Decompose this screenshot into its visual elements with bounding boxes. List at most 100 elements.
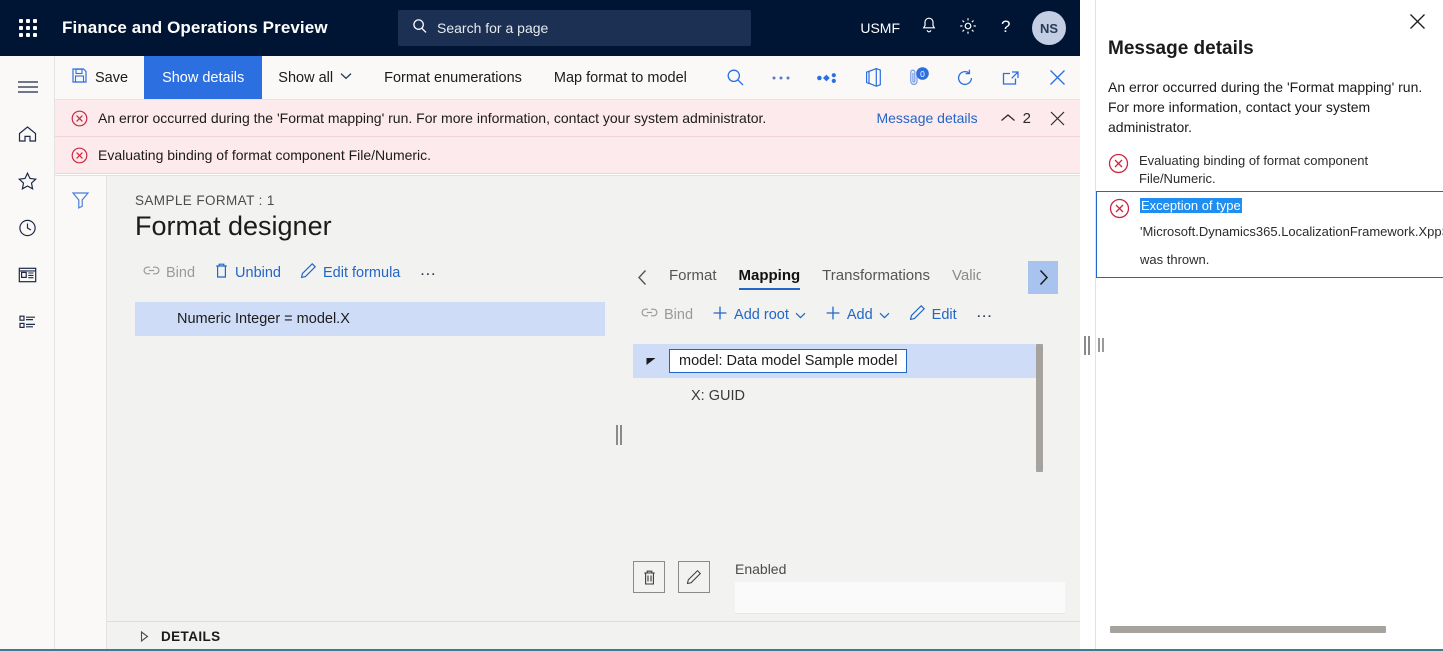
panel-splitter-grip-icon[interactable]	[1084, 336, 1090, 355]
mapping-footer: Enabled	[633, 561, 1080, 614]
message-details-panel: Message details An error occurred during…	[1095, 0, 1443, 651]
format-bind-button[interactable]: Bind	[135, 260, 203, 285]
message-collapse-toggle[interactable]: 2	[1000, 110, 1031, 127]
details-section-label: DETAILS	[161, 629, 221, 644]
error-icon	[71, 147, 88, 164]
save-label: Save	[95, 70, 128, 86]
close-icon[interactable]	[1034, 56, 1080, 100]
app-title: Finance and Operations Preview	[62, 18, 328, 38]
tab-transformations[interactable]: Transformations	[811, 256, 941, 298]
message-list: Evaluating binding of format component F…	[1096, 149, 1443, 278]
tabs-next-icon[interactable]	[1028, 261, 1058, 294]
tab-validations[interactable]: Valid	[941, 256, 981, 298]
tab-format[interactable]: Format	[658, 256, 728, 298]
format-more-button[interactable]: …	[411, 256, 446, 289]
tree-vertical-scrollbar[interactable]	[1036, 344, 1043, 479]
search-icon[interactable]	[712, 56, 758, 100]
attachments-badge-count: 0	[920, 69, 925, 79]
list-item[interactable]: Exception of type 'Microsoft.Dynamics365…	[1096, 191, 1443, 278]
dismiss-message-icon[interactable]	[1049, 110, 1066, 127]
popout-icon[interactable]	[988, 56, 1034, 100]
designer-panes: Bind Unbind Edit formula	[107, 256, 1080, 614]
map-format-to-model-button[interactable]: Map format to model	[538, 56, 703, 99]
tab-mapping[interactable]: Mapping	[728, 256, 812, 298]
splitter-grip-icon[interactable]	[616, 425, 622, 445]
filter-icon[interactable]	[71, 190, 90, 651]
user-avatar[interactable]: NS	[1032, 11, 1066, 45]
panel-title: Message details	[1096, 0, 1443, 60]
page-title: Format designer	[107, 208, 1080, 242]
mapping-pane: Format Mapping Transformations Valid	[633, 256, 1080, 614]
show-all-label: Show all	[278, 70, 333, 86]
mapping-tree: model: Data model Sample model X: GUID	[633, 344, 1043, 479]
refresh-icon[interactable]	[942, 56, 988, 100]
format-unbind-button[interactable]: Unbind	[206, 258, 289, 287]
search-input[interactable]: Search for a page	[398, 10, 751, 46]
message-text: An error occurred during the 'Format map…	[98, 110, 876, 126]
help-icon[interactable]: ?	[998, 16, 1014, 41]
link-icon	[143, 264, 160, 281]
panel-horizontal-scrollbar[interactable]	[1110, 626, 1430, 633]
delete-button[interactable]	[633, 561, 665, 593]
plus-icon	[712, 305, 728, 325]
tree-row-child[interactable]: X: GUID	[633, 378, 1043, 404]
enabled-field: Enabled	[735, 561, 1065, 614]
svg-text:?: ?	[1001, 17, 1010, 36]
home-icon[interactable]	[0, 110, 55, 157]
format-enumerations-button[interactable]: Format enumerations	[368, 56, 538, 99]
edit-button[interactable]	[678, 561, 710, 593]
share-icon[interactable]	[804, 56, 850, 100]
pane-splitter[interactable]	[605, 256, 633, 614]
panel-resize-grip-icon[interactable]	[1098, 338, 1104, 352]
list-item[interactable]: Evaluating binding of format component F…	[1096, 149, 1443, 191]
format-tree-row[interactable]: Numeric Integer = model.X	[135, 302, 605, 336]
nav-right-group: USMF ? NS	[840, 0, 1080, 56]
list-item-exception-text: Exception of type 'Microsoft.Dynamics365…	[1140, 197, 1443, 269]
format-edit-formula-button[interactable]: Edit formula	[292, 258, 408, 287]
attachments-icon[interactable]: 0	[896, 56, 942, 100]
show-all-button[interactable]: Show all	[262, 56, 368, 99]
close-icon[interactable]	[1408, 12, 1427, 31]
overflow-menu-icon[interactable]	[758, 56, 804, 100]
format-pane-toolbar: Bind Unbind Edit formula	[135, 256, 605, 289]
mapping-add-button[interactable]: Add	[817, 301, 898, 329]
show-details-label: Show details	[162, 70, 244, 86]
show-details-button[interactable]: Show details	[144, 56, 262, 99]
expand-collapse-triangle-icon[interactable]	[633, 355, 669, 367]
error-icon	[1108, 153, 1129, 179]
filter-column	[55, 176, 107, 651]
app-launcher-icon[interactable]	[0, 0, 56, 56]
notifications-bell-icon[interactable]	[920, 16, 938, 40]
error-icon	[1109, 198, 1130, 224]
save-icon	[71, 67, 88, 88]
mapping-bind-label: Bind	[664, 307, 693, 323]
tree-root-label[interactable]: model: Data model Sample model	[669, 349, 907, 373]
details-section-header[interactable]: DETAILS	[107, 621, 1080, 651]
workspaces-icon[interactable]	[0, 251, 55, 298]
office-icon[interactable]	[850, 56, 896, 100]
left-navigation-rail	[0, 56, 55, 651]
mapping-edit-button[interactable]: Edit	[901, 300, 965, 329]
company-selector[interactable]: USMF	[860, 20, 900, 36]
enabled-field-input[interactable]	[735, 582, 1065, 614]
settings-gear-icon[interactable]	[958, 16, 978, 41]
command-bar: Save Show details Show all Format enumer…	[55, 56, 1080, 100]
clock-icon[interactable]	[0, 204, 55, 251]
modules-icon[interactable]	[0, 298, 55, 345]
tree-row-root[interactable]: model: Data model Sample model	[633, 344, 1043, 378]
mapping-add-root-label: Add root	[734, 307, 789, 323]
tabs-previous-icon[interactable]	[633, 269, 658, 286]
exception-type-line: 'Microsoft.Dynamics365.LocalizationFrame…	[1140, 223, 1443, 241]
message-row: An error occurred during the 'Format map…	[55, 100, 1080, 137]
message-details-link[interactable]: Message details	[876, 110, 977, 126]
trash-icon	[214, 262, 229, 283]
save-button[interactable]: Save	[55, 56, 144, 99]
mapping-bind-button[interactable]: Bind	[633, 302, 701, 327]
mapping-add-root-button[interactable]: Add root	[704, 301, 814, 329]
message-text: Evaluating binding of format component F…	[98, 147, 1066, 163]
page-content: SAMPLE FORMAT : 1 Format designer Bind	[107, 176, 1080, 651]
hamburger-icon[interactable]	[0, 63, 55, 110]
mapping-tabs: Format Mapping Transformations Valid	[633, 256, 1080, 298]
mapping-more-button[interactable]: …	[968, 298, 1003, 331]
star-icon[interactable]	[0, 157, 55, 204]
